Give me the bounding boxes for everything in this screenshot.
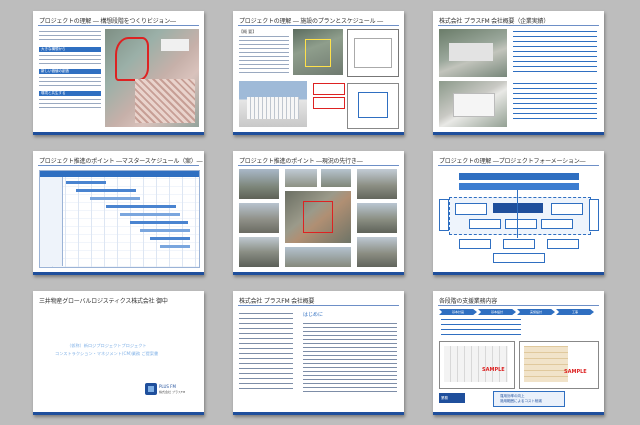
callout-box	[313, 83, 345, 95]
slide-title: 各段階の支援業務内容	[439, 298, 498, 305]
slide-grid: プロジェクトの理解 ― 構想段階をつくりビジョン― 大きな構想から 新しい価値の…	[0, 0, 640, 425]
title-rule	[38, 25, 199, 26]
slide-thumbnail-5[interactable]: プロジェクト推進のポイント ―現況の先行き―	[233, 151, 404, 275]
slide-title: プロジェクトの理解 ― 構想段階をつくりビジョン―	[39, 18, 176, 25]
company-logo: PLUS FM 株式会社 プラスFM	[145, 383, 199, 397]
slide-subtitle-2: コンストラクション・マネジメント(CM)業務 ご提案書	[55, 351, 159, 356]
street-photo-9	[357, 237, 397, 267]
slide-title: プロジェクト推進のポイント ―現況の先行き―	[239, 158, 363, 165]
street-photo-5	[321, 169, 351, 187]
slide-subtitle: （仮称）新ロジプロジェクトプロジェクト	[67, 343, 147, 348]
section-bar: 環境と共生する	[39, 91, 101, 96]
street-photo-4	[285, 169, 317, 187]
slide-title: 株式会社 プラスFM 会社概要	[239, 298, 315, 305]
slide-title: プロジェクト推進のポイント ―マスタースケジュール（案）―	[39, 158, 203, 165]
slide-thumbnail-6[interactable]: プロジェクトの理解 ―プロジェクトフォーメーション―	[433, 151, 604, 275]
site-map-photo	[293, 29, 343, 75]
floor-plan	[347, 29, 399, 77]
site-aerial-photo	[285, 191, 351, 243]
step-arrow: 実施設計	[517, 309, 555, 315]
floor-plan-left: SAMPLE	[439, 341, 515, 389]
section-bar: 大きな構想から	[39, 47, 101, 52]
slide-thumbnail-7[interactable]: 三井物産グローバルロジスティクス株式会社 御中 （仮称）新ロジプロジェクトプロジ…	[33, 291, 204, 415]
sample-watermark: SAMPLE	[482, 367, 505, 373]
bottom-label: 業務	[439, 393, 465, 403]
street-photo-8	[357, 203, 397, 233]
warehouse-aerial-photo-1	[439, 29, 507, 77]
street-photo-7	[357, 169, 397, 199]
section-bar: 新しい価値の創造	[39, 69, 101, 74]
step-arrow: 基本設計	[478, 309, 516, 315]
step-arrow: 基本計画	[439, 309, 477, 315]
step-arrow: 工事	[556, 309, 594, 315]
warehouse-aerial-photo-2	[439, 81, 507, 127]
slide-title: プロジェクトの理解 ― 施設のプランとスケジュール ―	[239, 18, 383, 25]
org-diagram	[439, 169, 599, 267]
slide-thumbnail-8[interactable]: 株式会社 プラスFM 会社概要 はじめに	[233, 291, 404, 415]
street-photo-3	[239, 237, 279, 267]
slide-thumbnail-4[interactable]: プロジェクト推進のポイント ―マスタースケジュール（案）―	[33, 151, 204, 275]
street-photo-2	[239, 203, 279, 233]
slide-heading: 【概 要】	[239, 29, 257, 34]
street-photo-1	[239, 169, 279, 199]
gantt-chart	[39, 170, 200, 268]
street-photo-6	[285, 247, 351, 267]
benefit-box: 運用効率の向上 適用範囲によるコスト削減	[493, 391, 565, 407]
slide-title: 株式会社 プラスFM 会社概要（企業実績）	[439, 18, 550, 25]
diagram-box	[347, 83, 399, 129]
slide-title: プロジェクトの理解 ―プロジェクトフォーメーション―	[439, 158, 586, 165]
slide-thumbnail-1[interactable]: プロジェクトの理解 ― 構想段階をつくりビジョン― 大きな構想から 新しい価値の…	[33, 11, 204, 135]
building-rendering	[239, 81, 307, 127]
floor-plan-right: SAMPLE	[519, 341, 599, 389]
slide-thumbnail-2[interactable]: プロジェクトの理解 ― 施設のプランとスケジュール ― 【概 要】	[233, 11, 404, 135]
site-aerial-photo	[105, 29, 199, 127]
slide-thumbnail-9[interactable]: 各段階の支援業務内容 基本計画 基本設計 実施設計 工事 SAMPLE SAMP…	[433, 291, 604, 415]
slide-thumbnail-3[interactable]: 株式会社 プラスFM 会社概要（企業実績）	[433, 11, 604, 135]
slide-title: 三井物産グローバルロジスティクス株式会社 御中	[39, 298, 168, 305]
text-lines	[39, 31, 101, 43]
slide-heading: はじめに	[303, 312, 324, 318]
